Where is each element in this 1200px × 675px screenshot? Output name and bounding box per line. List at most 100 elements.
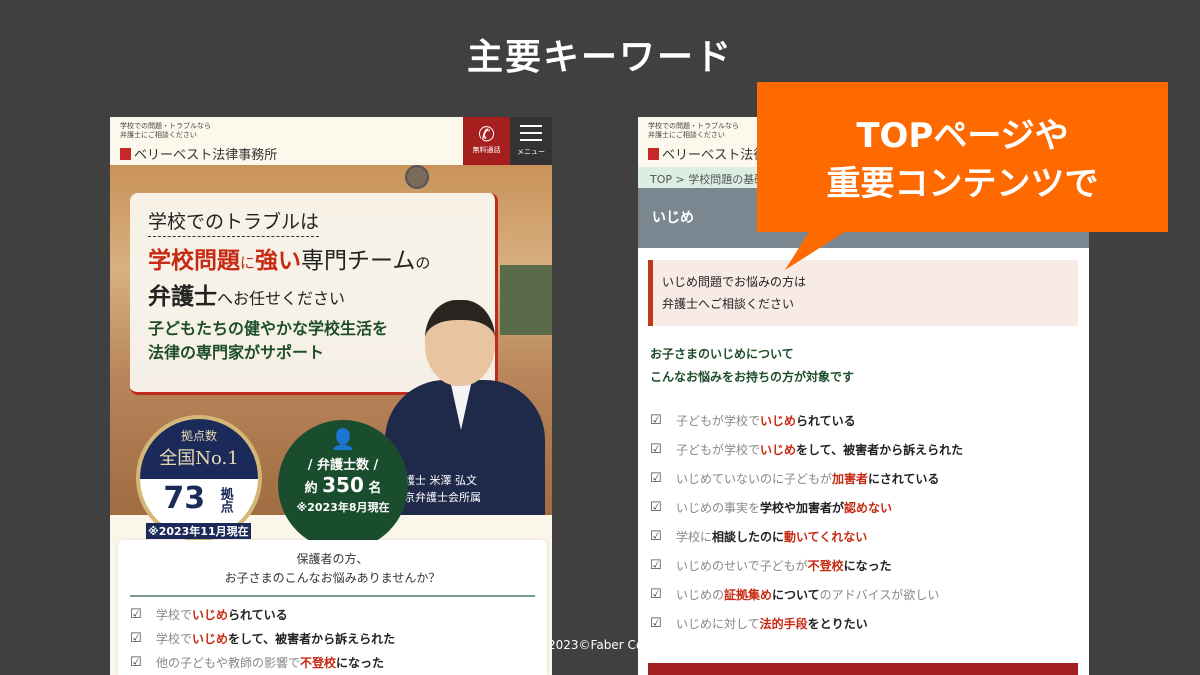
tagline-line: 学校での問題・トラブルなら xyxy=(648,122,739,130)
tagline-line: 弁護士にご相談ください xyxy=(120,131,197,139)
phone-icon: ✆ xyxy=(478,122,495,146)
list-item: ☑ 子どもが学校で いじめ をして、被害者から訴えられた xyxy=(638,435,1089,464)
list-item: ☑ 学校で いじめ をして、被害者から訴えられた xyxy=(118,626,547,650)
check-icon: ☑ xyxy=(650,500,662,515)
chevron-right-icon: > xyxy=(675,173,685,186)
item-text: 子どもが学校で xyxy=(676,414,761,428)
slide-title: 主要キーワード xyxy=(466,37,733,78)
item-text: 他の子どもや教師の影響で xyxy=(156,655,301,670)
notice-box: いじめ問題でお悩みの方は 弁護士へご相談ください xyxy=(648,260,1078,326)
check-icon: ☑ xyxy=(130,630,142,646)
highlight-text: 加害者 xyxy=(832,472,869,486)
list-item: ☑ いじめていないのに子どもが 加害者 にされている xyxy=(638,464,1089,493)
concerns-list: ☑ 学校で いじめ られている ☑ 学校で いじめ をして、被害者から訴えられた ☑ 他の子どもや… xyxy=(118,602,547,674)
check-icon: ☑ xyxy=(650,558,662,573)
item-text: 学校で xyxy=(156,607,193,622)
highlight-text: 認めない xyxy=(844,501,893,515)
tagline-line: 弁護士にご相談ください xyxy=(648,131,725,139)
badge-prefix: 約 xyxy=(304,481,318,496)
heading-line: こんなお悩みをお持ちの方が対象です xyxy=(650,370,855,384)
hero-text: 弁護士 xyxy=(148,284,217,310)
hero-text: へお任せください xyxy=(217,289,346,308)
hero-section: 学校でのトラブルは 学校問題に強い専門チームの 弁護士へお任せください 子どもた… xyxy=(110,165,552,550)
logo-text: ベリーベスト法律事務所 xyxy=(134,148,278,163)
callout-line: TOPページや xyxy=(856,116,1069,156)
item-text: について xyxy=(772,588,820,602)
cta-bar[interactable] xyxy=(648,663,1078,675)
item-text: をして、被害者から訴えられた xyxy=(228,631,396,646)
highlight-text: 不登校 xyxy=(807,559,844,573)
item-text: られている xyxy=(796,414,856,428)
concerns-question: 保護者の方、 お子さまのこんなお悩みありませんか？ xyxy=(118,550,547,588)
check-icon: ☑ xyxy=(650,471,662,486)
free-call-button[interactable]: ✆ 無料通話 xyxy=(463,117,510,165)
check-icon: ☑ xyxy=(650,616,662,631)
badge-number: 350 xyxy=(322,473,364,497)
highlight-text: 法的手段 xyxy=(759,617,808,631)
item-text: いじめのせいで子どもが xyxy=(676,559,808,573)
question-line: 保護者の方、 xyxy=(296,552,369,566)
highlight-text: 不登校 xyxy=(300,655,337,670)
highlight-text: 証拠集め xyxy=(724,588,773,602)
check-icon: ☑ xyxy=(130,606,142,622)
item-text: をとりたい xyxy=(807,617,868,631)
site-logo[interactable]: ベリーベスト法律事務所 xyxy=(120,144,277,163)
concerns-card: 保護者の方、 お子さまのこんなお悩みありませんか？ ☑ 学校で いじめ られている ☑ 学校… xyxy=(118,540,547,675)
tagline: 学校での問題・トラブルなら 弁護士にご相談ください xyxy=(120,122,211,140)
copyright: 2023©Faber Co xyxy=(548,638,644,652)
lawyers-count-badge: 👤 / 弁護士数 / 約 350 名 ※2023年8月現在 xyxy=(278,420,408,550)
badge-rank: 全国No.1 xyxy=(159,448,239,469)
item-text: 相談したのに xyxy=(712,530,785,544)
list-item: ☑ いじめの事実を 学校や加害者が 認めない xyxy=(638,493,1089,522)
call-label: 無料通話 xyxy=(472,146,501,154)
item-text: いじめていないのに子どもが xyxy=(676,472,833,486)
hamburger-icon xyxy=(520,125,542,141)
breadcrumb-item[interactable]: 学校問題の基礎 xyxy=(688,173,765,186)
logo-mark-icon xyxy=(120,147,131,160)
list-item: ☑ 学校に 相談したのに 動いてくれない xyxy=(638,522,1089,551)
badge-unit: 名 xyxy=(368,481,382,496)
highlight-text: いじめ xyxy=(760,414,797,428)
concerns-list: ☑ 子どもが学校で いじめ られている ☑ 子どもが学校で いじめ をして、被害者から訴えられ… xyxy=(638,406,1089,638)
breadcrumb-home[interactable]: TOP xyxy=(650,173,672,186)
badge-label: / 弁護士数 / xyxy=(307,458,379,473)
hero-highlight: 強い xyxy=(255,248,302,274)
item-text: のアドバイスが欲しい xyxy=(819,588,940,602)
check-icon: ☑ xyxy=(130,654,142,670)
menu-button[interactable]: メニュー xyxy=(510,117,552,165)
hero-line1: 学校でのトラブルは xyxy=(148,207,320,237)
hero-text: の xyxy=(415,254,431,272)
item-text: になった xyxy=(336,655,385,670)
list-item: ☑ いじめの 証拠集め について のアドバイスが欲しい xyxy=(638,580,1089,609)
badge-unit: 拠点 xyxy=(217,486,233,513)
badge-date: ※2023年11月現在 xyxy=(146,523,251,539)
callout-box: TOPページや 重要コンテンツで xyxy=(757,82,1168,232)
list-item: ☑ いじめのせいで子どもが 不登校 になった xyxy=(638,551,1089,580)
logo-mark-icon xyxy=(648,147,659,160)
item-text: られている xyxy=(228,607,288,622)
hero-highlight: 学校問題 xyxy=(148,248,240,274)
notice-line: いじめ問題でお悩みの方は xyxy=(662,275,807,289)
item-text: 学校に xyxy=(676,530,713,544)
list-item: ☑ 学校で いじめ られている xyxy=(118,602,547,626)
badge-label: 拠点数 xyxy=(180,429,217,443)
check-icon: ☑ xyxy=(650,413,662,428)
check-icon: ☑ xyxy=(650,587,662,602)
item-text: 学校で xyxy=(156,631,193,646)
highlight-text: いじめ xyxy=(192,631,229,646)
item-text: いじめに対して xyxy=(676,617,760,631)
site-header: 学校での問題・トラブルなら 弁護士にご相談ください ベリーベスト法律事務所 ✆ 無料… xyxy=(110,117,552,165)
section-heading: お子さまのいじめについてこんなお悩みをお持ちの方が対象です xyxy=(650,343,854,389)
hero-text: に xyxy=(240,254,256,272)
tagline: 学校での問題・トラブルなら 弁護士にご相談ください xyxy=(648,122,739,140)
list-item: ☑ 他の子どもや教師の影響で 不登校 になった xyxy=(118,650,547,674)
hero-text: 専門チーム xyxy=(301,248,416,274)
tagline-line: 学校での問題・トラブルなら xyxy=(120,122,211,130)
person-icon: 👤 xyxy=(330,427,356,451)
list-item: ☑ 子どもが学校で いじめ られている xyxy=(638,406,1089,435)
heading-line: お子さまのいじめについて xyxy=(650,347,794,361)
item-text: 学校や加害者が xyxy=(760,501,845,515)
item-text: をして、被害者から訴えられた xyxy=(796,443,964,457)
left-phone-screenshot: 学校での問題・トラブルなら 弁護士にご相談ください ベリーベスト法律事務所 ✆ 無料… xyxy=(110,117,552,675)
badge-number: 73 xyxy=(163,481,206,516)
